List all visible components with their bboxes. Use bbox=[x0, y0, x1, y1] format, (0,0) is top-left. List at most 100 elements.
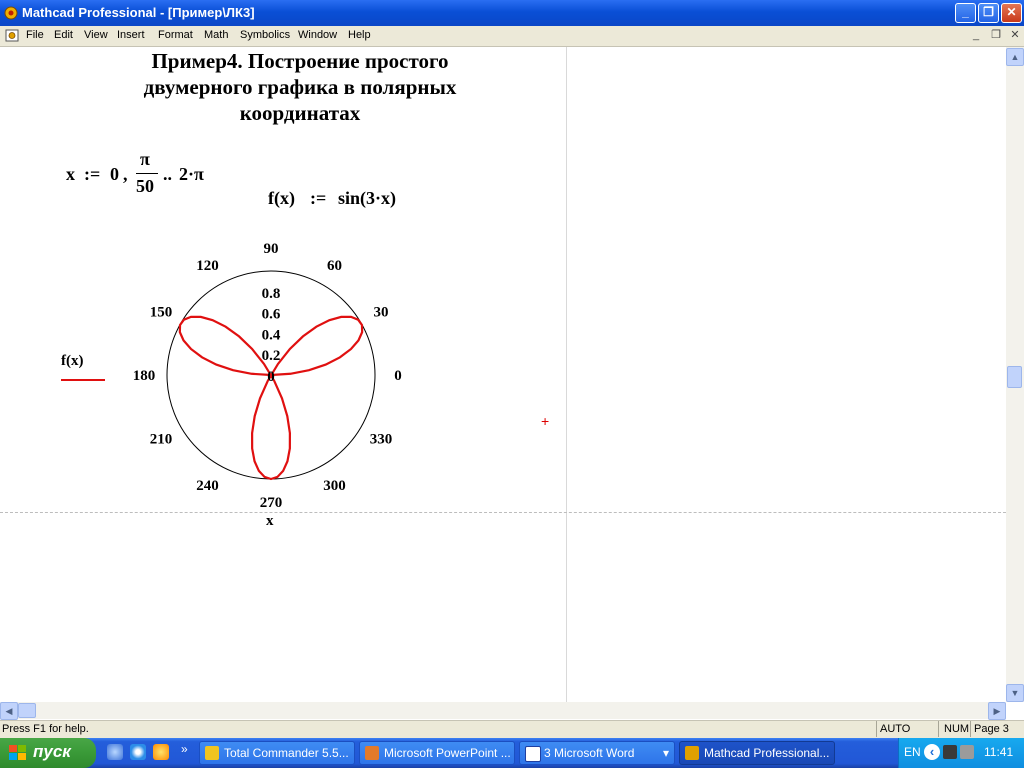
tray-app-icon[interactable] bbox=[943, 745, 957, 759]
tray-printer-icon[interactable] bbox=[960, 745, 974, 759]
angle-tick-label: 60 bbox=[327, 258, 342, 274]
task-label: Microsoft PowerPoint ... bbox=[384, 746, 511, 760]
mathcad-icon bbox=[685, 746, 699, 760]
range-comma: , bbox=[123, 164, 128, 184]
range-definition[interactable]: x := 0 , π 50 .. 2·π bbox=[66, 149, 226, 199]
angle-tick-label: 150 bbox=[150, 305, 173, 321]
radial-tick-label: 0.6 bbox=[262, 307, 281, 323]
angle-tick-label: 300 bbox=[323, 478, 346, 494]
task-word[interactable]: 3 Microsoft Word ▾ bbox=[519, 741, 675, 765]
task-powerpoint[interactable]: Microsoft PowerPoint ... bbox=[359, 741, 515, 765]
range-dots: .. bbox=[163, 164, 172, 184]
minimize-button[interactable]: _ bbox=[955, 3, 976, 23]
group-arrow-icon: ▾ bbox=[662, 746, 669, 760]
status-auto: AUTO bbox=[880, 723, 911, 735]
range-end: 2·π bbox=[179, 164, 204, 184]
radial-tick-label: 0.4 bbox=[262, 327, 281, 343]
angle-tick-label: 210 bbox=[150, 432, 173, 448]
angle-tick-label: 120 bbox=[196, 258, 219, 274]
page-boundary-vertical bbox=[566, 47, 567, 702]
horizontal-scrollbar[interactable] bbox=[0, 702, 1006, 719]
close-button[interactable]: ✕ bbox=[1001, 3, 1022, 23]
radial-tick-label: 0 bbox=[267, 369, 275, 385]
status-num: NUM bbox=[944, 723, 970, 735]
status-divider bbox=[970, 721, 971, 737]
angle-tick-label: 0 bbox=[394, 368, 402, 384]
mathcad-app-icon[interactable] bbox=[4, 6, 18, 20]
menu-view[interactable]: View bbox=[84, 29, 108, 41]
window-title: Mathcad Professional - [Пример\ЛК3] bbox=[22, 5, 255, 20]
function-lhs: f(x) bbox=[268, 188, 295, 208]
vertical-scroll-thumb[interactable] bbox=[1007, 366, 1022, 388]
range-assign: := bbox=[84, 164, 101, 184]
angle-tick-label: 90 bbox=[264, 241, 279, 257]
quicklaunch-ie-icon[interactable] bbox=[130, 744, 146, 760]
status-help-text: Press F1 for help. bbox=[2, 723, 89, 735]
menu-math[interactable]: Math bbox=[204, 29, 228, 41]
range-variable: x bbox=[66, 164, 75, 184]
word-icon bbox=[525, 746, 541, 762]
task-label: Total Commander 5.5... bbox=[224, 746, 349, 760]
menu-format[interactable]: Format bbox=[158, 29, 193, 41]
polar-plot: 90603003303002702402101801501200.80.60.4… bbox=[133, 241, 402, 511]
tray-expand-button[interactable]: ‹ bbox=[924, 744, 940, 760]
legend-line bbox=[61, 379, 105, 381]
horizontal-scroll-thumb[interactable] bbox=[18, 703, 36, 718]
doc-minimize-button[interactable]: _ bbox=[968, 28, 984, 42]
task-total-commander[interactable]: Total Commander 5.5... bbox=[199, 741, 355, 765]
status-bar bbox=[0, 720, 1024, 739]
range-step-denominator: 50 bbox=[136, 176, 154, 196]
clock: 11:41 bbox=[984, 745, 1014, 759]
angle-tick-label: 30 bbox=[374, 305, 389, 321]
polar-plot-region[interactable]: 90 60 30 0 330 300 270 240 210 180 150 120 0.8 0.6 0.4… bbox=[55, 237, 415, 529]
fraction-bar bbox=[136, 173, 158, 174]
language-indicator[interactable]: EN bbox=[904, 745, 921, 759]
start-label: пуск bbox=[33, 742, 71, 761]
start-button[interactable]: пуск bbox=[0, 738, 96, 768]
worksheet[interactable]: Пример4. Построение простого двумерного … bbox=[0, 47, 1006, 702]
range-start: 0 bbox=[110, 164, 119, 184]
menu-file[interactable]: File bbox=[26, 29, 44, 41]
task-label: 3 Microsoft Word bbox=[544, 746, 635, 760]
heading-line-1: Пример4. Построение простого bbox=[151, 49, 449, 73]
doc-close-button[interactable]: ✕ bbox=[1007, 28, 1023, 42]
angle-tick-label: 270 bbox=[260, 495, 283, 511]
quicklaunch-media-icon[interactable] bbox=[153, 744, 169, 760]
range-step-numerator: π bbox=[140, 149, 150, 169]
function-definition[interactable]: f(x) := sin(3·x) bbox=[268, 188, 418, 212]
quicklaunch-desktop-icon[interactable] bbox=[107, 744, 123, 760]
menu-help[interactable]: Help bbox=[348, 29, 371, 41]
scroll-down-button[interactable]: ▼ bbox=[1006, 684, 1024, 702]
document-icon[interactable] bbox=[5, 29, 19, 42]
scroll-right-button[interactable]: ▶ bbox=[988, 702, 1006, 720]
function-rhs: sin(3·x) bbox=[338, 188, 397, 208]
radial-tick-label: 0.2 bbox=[262, 348, 281, 364]
powerpoint-icon bbox=[365, 746, 379, 760]
legend-label: f(x) bbox=[61, 353, 84, 369]
status-page: Page 3 bbox=[974, 723, 1009, 735]
status-divider bbox=[938, 721, 939, 737]
menu-window[interactable]: Window bbox=[298, 29, 337, 41]
status-divider bbox=[876, 721, 877, 737]
scroll-up-button[interactable]: ▲ bbox=[1006, 48, 1024, 66]
quicklaunch-more-chevron[interactable]: » bbox=[181, 742, 188, 756]
scroll-left-button[interactable]: ◀ bbox=[0, 702, 18, 720]
doc-restore-button[interactable]: ❐ bbox=[988, 28, 1004, 42]
angle-tick-label: 240 bbox=[196, 478, 219, 494]
maximize-button[interactable]: ❐ bbox=[978, 3, 999, 23]
menu-edit[interactable]: Edit bbox=[54, 29, 73, 41]
menu-symbolics[interactable]: Symbolics bbox=[240, 29, 290, 41]
angle-tick-label: 330 bbox=[370, 432, 393, 448]
radial-tick-label: 0.8 bbox=[262, 286, 281, 302]
crosshair-cursor: + bbox=[541, 413, 550, 429]
x-axis-label: x bbox=[266, 513, 274, 529]
angle-tick-label: 180 bbox=[133, 368, 156, 384]
menu-bar bbox=[0, 26, 1024, 47]
windows-logo-icon bbox=[9, 745, 26, 760]
task-label: Mathcad Professional... bbox=[704, 746, 830, 760]
task-mathcad[interactable]: Mathcad Professional... bbox=[679, 741, 835, 765]
function-assign: := bbox=[310, 188, 327, 208]
menu-insert[interactable]: Insert bbox=[117, 29, 145, 41]
heading-line-3: координатах bbox=[239, 101, 361, 125]
total-commander-icon bbox=[205, 746, 219, 760]
